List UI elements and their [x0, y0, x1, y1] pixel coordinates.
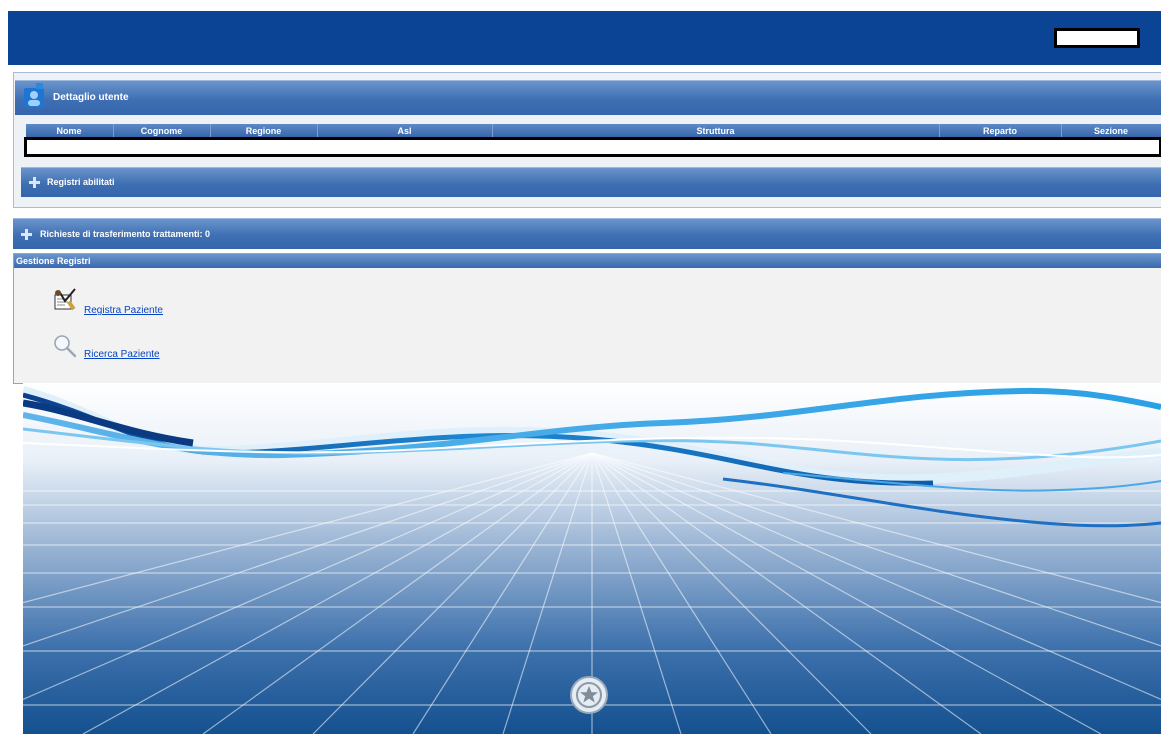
user-detail-panel: Dettaglio utente Nome Cognome Regione As… — [13, 72, 1161, 208]
column-header-regione: Regione — [210, 124, 318, 139]
top-header-bar — [8, 11, 1161, 65]
registra-paziente-link[interactable]: Registra Paziente — [84, 305, 163, 316]
richieste-trasferimento-toggle[interactable]: Richieste di trasferimento trattamenti: … — [13, 218, 1161, 249]
banner-graphic — [23, 383, 1161, 734]
user-row-cell — [24, 137, 1161, 157]
register-patient-icon[interactable] — [51, 287, 79, 313]
decorative-banner — [23, 383, 1161, 734]
ricerca-paziente-link[interactable]: Ricerca Paziente — [84, 349, 160, 360]
user-card-icon — [24, 83, 44, 108]
user-detail-table: Nome Cognome Regione Asl Struttura Repar… — [24, 124, 1161, 157]
user-detail-header: Dettaglio utente — [15, 80, 1161, 115]
column-header-cognome: Cognome — [113, 124, 211, 139]
table-row — [24, 137, 1161, 157]
column-header-sezione: Sezione — [1061, 124, 1161, 139]
column-header-reparto: Reparto — [939, 124, 1062, 139]
plus-icon — [21, 229, 32, 240]
gestione-registri-header: Gestione Registri — [14, 254, 1161, 268]
column-header-nome: Nome — [25, 124, 114, 139]
gestione-registri-panel: Gestione Registri Registra Paziente Rice… — [13, 253, 1161, 384]
user-name-box — [1054, 28, 1140, 48]
column-header-asl: Asl — [317, 124, 493, 139]
gestione-registri-title: Gestione Registri — [16, 256, 91, 266]
registri-abilitati-toggle[interactable]: Registri abilitati — [21, 167, 1161, 197]
search-icon[interactable] — [53, 334, 77, 358]
user-detail-title: Dettaglio utente — [53, 92, 129, 103]
column-header-struttura: Struttura — [492, 124, 940, 139]
republic-emblem-icon — [570, 676, 608, 714]
registri-abilitati-title: Registri abilitati — [47, 177, 115, 187]
plus-icon — [29, 177, 40, 188]
richieste-trasferimento-title: Richieste di trasferimento trattamenti: … — [40, 229, 211, 239]
